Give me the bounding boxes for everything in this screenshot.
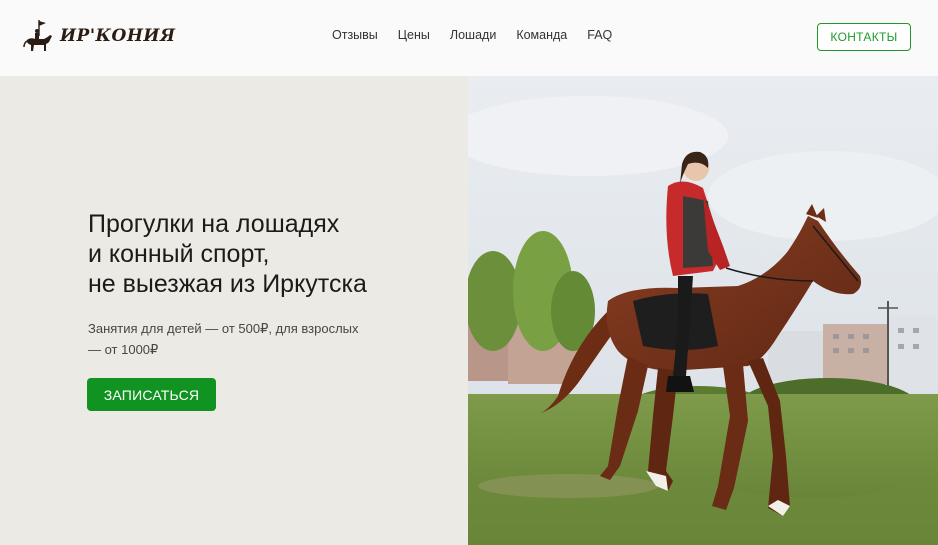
contacts-button[interactable]: КОНТАКТЫ [817,23,911,51]
hero-subtitle-line: — от 1000₽ [88,342,159,357]
hero-title-line: Прогулки на лошадях [88,210,340,238]
site-header: ИР'КОНИЯ Отзывы Цены Лошади Команда FAQ … [0,0,938,76]
hero-title: Прогулки на лошадях и конный спорт, не в… [88,209,448,299]
hero-text-panel: Прогулки на лошадях и конный спорт, не в… [0,76,468,545]
nav-reviews[interactable]: Отзывы [332,28,378,42]
nav-faq[interactable]: FAQ [587,28,612,42]
nav-horses[interactable]: Лошади [450,28,496,42]
horse-rider-photo [468,76,938,545]
nav-team[interactable]: Команда [516,28,567,42]
signup-button[interactable]: ЗАПИСАТЬСЯ [87,378,216,411]
hero-title-line: и конный спорт, [88,240,270,268]
main-nav: Отзывы Цены Лошади Команда FAQ [332,28,632,42]
hero-title-line: не выезжая из Иркутска [88,270,367,298]
nav-prices[interactable]: Цены [398,28,430,42]
hero-subtitle: Занятия для детей — от 500₽, для взрослы… [88,318,408,360]
logo-text: ИР'КОНИЯ [60,26,176,46]
site-logo[interactable]: ИР'КОНИЯ [22,18,175,54]
horse-rider-logo-icon [23,20,52,51]
hero-subtitle-line: Занятия для детей — от 500₽, для взрослы… [88,321,359,336]
hero-photo [468,76,938,545]
